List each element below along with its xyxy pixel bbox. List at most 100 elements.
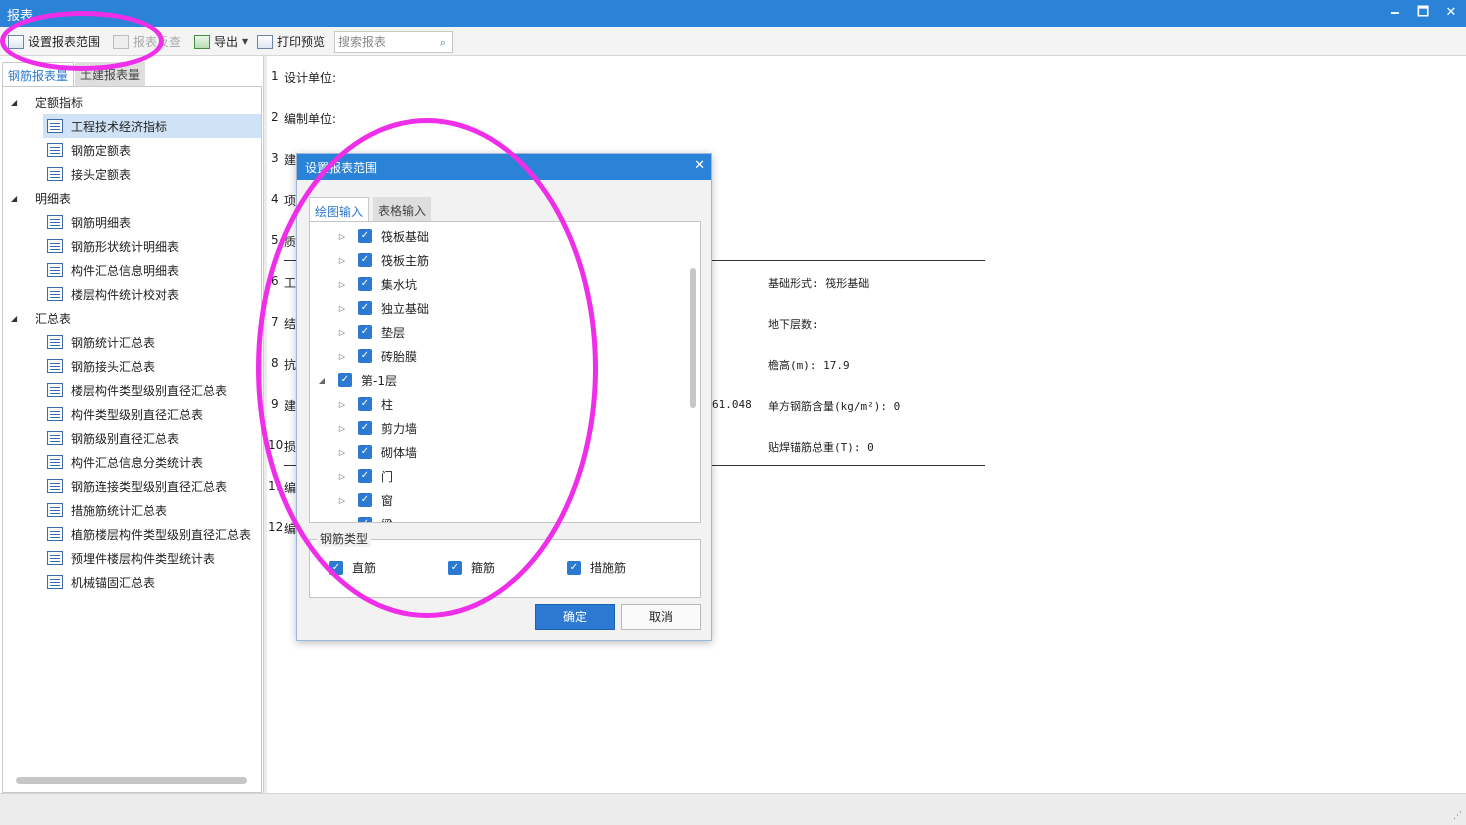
report-doc-icon <box>47 359 63 373</box>
tree-item[interactable]: 构件汇总信息明细表 <box>47 258 179 282</box>
rebar-type-measure[interactable]: ✓ 措施筋 <box>567 559 626 576</box>
expand-arrow-icon[interactable]: ▷ <box>336 328 348 337</box>
expand-arrow-icon[interactable]: ▷ <box>336 280 348 289</box>
tree-item[interactable]: 楼层构件统计校对表 <box>47 282 179 306</box>
tab-table-input[interactable]: 表格输入 <box>373 197 432 221</box>
resize-grip-icon[interactable]: ⋰ <box>1453 811 1462 821</box>
component-label: 筏板主筋 <box>381 253 430 268</box>
horizontal-scrollbar[interactable] <box>16 777 247 784</box>
tree-item[interactable]: 钢筋明细表 <box>47 210 131 234</box>
rebar-type-straight[interactable]: ✓ 直筋 <box>329 559 376 576</box>
checkbox-checked-icon[interactable]: ✓ <box>329 560 343 575</box>
component-tree-item[interactable]: ▷ ✓ 柱 <box>336 392 393 416</box>
expand-arrow-icon[interactable]: ▷ <box>336 520 348 523</box>
print-preview-button[interactable]: 打印预览 <box>257 31 325 52</box>
component-tree-item[interactable]: ▷ ✓ 筏板基础 <box>336 224 429 248</box>
tree-item[interactable]: 钢筋连接类型级别直径汇总表 <box>47 474 227 498</box>
checkbox-checked-icon[interactable]: ✓ <box>358 445 372 459</box>
component-tree-item[interactable]: ▷ ✓ 剪力墙 <box>336 416 417 440</box>
set-report-range-button[interactable]: 设置报表范围 <box>8 31 100 52</box>
tree-item[interactable]: 机械锚固汇总表 <box>47 570 155 594</box>
collapse-arrow-icon[interactable]: ◢ <box>11 98 21 107</box>
tree-item[interactable]: 楼层构件类型级别直径汇总表 <box>47 378 227 402</box>
collapse-arrow-icon[interactable]: ◢ <box>11 314 21 323</box>
tree-item-label: 钢筋形状统计明细表 <box>71 239 180 254</box>
tree-item[interactable]: 钢筋形状统计明细表 <box>47 234 179 258</box>
report-doc-icon <box>47 215 63 229</box>
checkbox-checked-icon[interactable]: ✓ <box>358 253 372 267</box>
report-check-button[interactable]: 报表反查 <box>113 31 181 52</box>
expand-arrow-icon[interactable]: ▷ <box>336 496 348 505</box>
checkbox-checked-icon[interactable]: ✓ <box>358 349 372 363</box>
expand-arrow-icon[interactable]: ▷ <box>336 400 348 409</box>
chevron-down-icon: ▼ <box>242 37 249 46</box>
tree-item[interactable]: 钢筋接头汇总表 <box>47 354 155 378</box>
tree-item[interactable]: 钢筋统计汇总表 <box>47 330 155 354</box>
expand-arrow-icon[interactable]: ▷ <box>336 472 348 481</box>
report-row-number: 1 <box>271 69 279 83</box>
checkbox-checked-icon[interactable]: ✓ <box>338 373 352 387</box>
expand-arrow-icon[interactable]: ▷ <box>336 304 348 313</box>
expand-arrow-icon[interactable]: ▷ <box>336 256 348 265</box>
component-tree-item[interactable]: ▷ ✓ 垫层 <box>336 320 405 344</box>
tree-group[interactable]: ◢ 汇总表 <box>11 306 71 330</box>
tree-item[interactable]: 预埋件楼层构件类型统计表 <box>47 546 215 570</box>
tree-item[interactable]: 接头定额表 <box>47 162 131 186</box>
vertical-scrollbar[interactable] <box>690 268 696 408</box>
expand-arrow-icon[interactable]: ▷ <box>336 232 348 241</box>
expand-arrow-icon[interactable]: ▷ <box>336 448 348 457</box>
checkbox-checked-icon[interactable]: ✓ <box>567 560 581 575</box>
search-icon[interactable]: ⌕ <box>440 36 446 50</box>
checkbox-checked-icon[interactable]: ✓ <box>358 397 372 411</box>
close-icon[interactable]: ✕ <box>1441 4 1461 22</box>
expand-arrow-icon[interactable]: ▷ <box>336 424 348 433</box>
report-row-number: 9 <box>271 397 279 411</box>
tree-item-label: 预埋件楼层构件类型统计表 <box>71 551 216 566</box>
search-input[interactable] <box>335 32 430 52</box>
cancel-button[interactable]: 取消 <box>621 604 701 630</box>
component-tree-item[interactable]: ▷ ✓ 独立基础 <box>336 296 429 320</box>
component-tree-item[interactable]: ▷ ✓ 梁 <box>336 512 393 523</box>
maximize-icon[interactable]: 🗖 <box>1413 4 1433 22</box>
component-tree-item[interactable]: ▷ ✓ 砖胎膜 <box>336 344 417 368</box>
foundation-type-text: 基础形式: 筏形基础 <box>768 277 870 290</box>
expand-arrow-icon[interactable]: ▷ <box>336 352 348 361</box>
tree-item[interactable]: 钢筋级别直径汇总表 <box>47 426 179 450</box>
dialog-close-icon[interactable]: ✕ <box>694 158 705 173</box>
component-tree-item[interactable]: ◢ ✓ 第-1层 <box>316 368 397 392</box>
checkbox-checked-icon[interactable]: ✓ <box>358 493 372 507</box>
report-row-number: 4 <box>271 192 279 206</box>
collapse-arrow-icon[interactable]: ◢ <box>316 376 328 385</box>
checkbox-checked-icon[interactable]: ✓ <box>358 301 372 315</box>
report-row-label: 结 <box>284 317 297 331</box>
checkbox-checked-icon[interactable]: ✓ <box>358 421 372 435</box>
tree-item[interactable]: 植筋楼层构件类型级别直径汇总表 <box>47 522 251 546</box>
checkbox-checked-icon[interactable]: ✓ <box>358 229 372 243</box>
tree-item[interactable]: 构件汇总信息分类统计表 <box>47 450 203 474</box>
tree-item[interactable]: 措施筋统计汇总表 <box>47 498 167 522</box>
checkbox-checked-icon[interactable]: ✓ <box>448 560 462 575</box>
tree-item[interactable]: 构件类型级别直径汇总表 <box>47 402 203 426</box>
component-tree-item[interactable]: ▷ ✓ 窗 <box>336 488 393 512</box>
component-tree-item[interactable]: ▷ ✓ 筏板主筋 <box>336 248 429 272</box>
export-button[interactable]: 导出 ▼ <box>194 31 248 52</box>
collapse-arrow-icon[interactable]: ◢ <box>11 194 21 203</box>
rebar-type-stirrup[interactable]: ✓ 箍筋 <box>448 559 495 576</box>
rebar-type-label: 直筋 <box>352 561 377 575</box>
tab-civil-report[interactable]: 土建报表量 <box>75 62 146 86</box>
minimize-icon[interactable]: 🗕 <box>1385 4 1405 22</box>
tab-rebar-report[interactable]: 钢筋报表量 <box>2 62 75 86</box>
tree-group[interactable]: ◢ 定额指标 <box>11 90 83 114</box>
tree-item[interactable]: 钢筋定额表 <box>47 138 131 162</box>
ok-button[interactable]: 确定 <box>535 604 615 630</box>
tree-item[interactable]: 工程技术经济指标 <box>43 114 261 138</box>
checkbox-checked-icon[interactable]: ✓ <box>358 325 372 339</box>
checkbox-checked-icon[interactable]: ✓ <box>358 277 372 291</box>
tree-group[interactable]: ◢ 明细表 <box>11 186 71 210</box>
component-tree-item[interactable]: ▷ ✓ 砌体墙 <box>336 440 417 464</box>
component-tree-item[interactable]: ▷ ✓ 门 <box>336 464 393 488</box>
checkbox-checked-icon[interactable]: ✓ <box>358 517 372 522</box>
checkbox-checked-icon[interactable]: ✓ <box>358 469 372 483</box>
tab-drawing-input[interactable]: 绘图输入 <box>309 197 370 221</box>
component-tree-item[interactable]: ▷ ✓ 集水坑 <box>336 272 417 296</box>
